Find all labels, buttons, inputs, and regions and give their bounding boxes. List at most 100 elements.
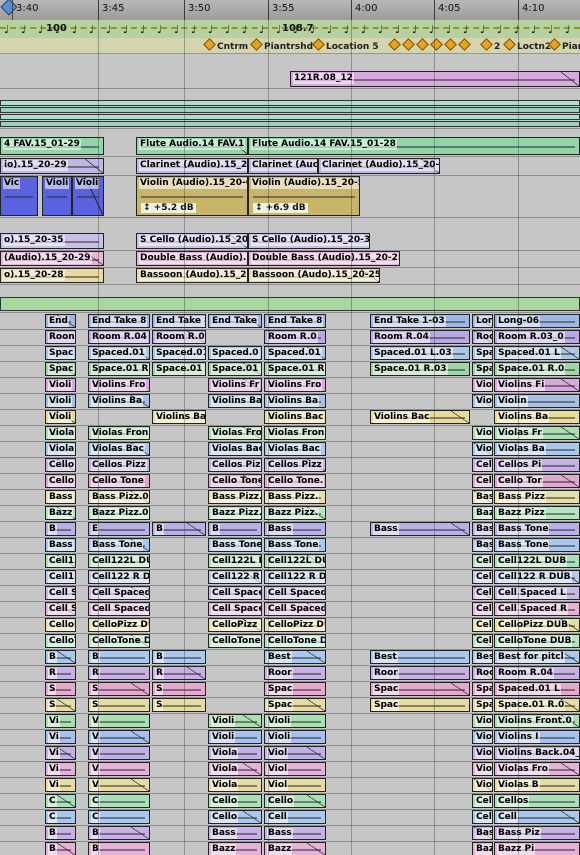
audio-clip[interactable]: Violins Ba <box>208 394 262 408</box>
audio-clip[interactable]: Cell Spaced <box>208 602 262 616</box>
location-marker[interactable] <box>458 38 472 52</box>
audio-clip[interactable]: Cellos Pizz <box>264 458 326 472</box>
audio-clip[interactable]: Cell Spaced L <box>494 586 580 600</box>
audio-clip[interactable]: Cello Tone. <box>264 474 326 488</box>
track-lane[interactable]: ViVViolaViolViolas Front.04_05-22Violas … <box>0 761 580 777</box>
crossfade-icon[interactable] <box>307 843 325 855</box>
audio-clip[interactable]: Bass Tone <box>208 538 262 552</box>
markers-lane[interactable]: CntrmPiantrshdLocation 52Loctn26Piano <box>0 38 580 54</box>
crossfade-icon[interactable] <box>243 811 261 823</box>
audio-clip[interactable]: Bazz <box>45 506 76 520</box>
audio-clip[interactable]: Room R.0 <box>264 330 326 344</box>
audio-clip[interactable]: Best for pitch-73 <box>472 650 493 664</box>
audio-clip[interactable]: Cell Spaced L <box>264 586 326 600</box>
audio-clip[interactable]: Cell <box>472 554 493 568</box>
location-marker[interactable]: Piano <box>548 38 580 52</box>
crossfade-icon[interactable] <box>307 699 325 711</box>
crossfade-icon[interactable] <box>85 159 103 173</box>
audio-clip[interactable]: Spac <box>264 698 326 712</box>
track-lane[interactable]: Cell122 R DUB Cell122 R DU Cell122 R DU Cel… <box>0 569 580 585</box>
audio-region-strip[interactable] <box>0 100 580 106</box>
crossfade-icon[interactable] <box>131 827 149 839</box>
audio-clip[interactable]: B <box>152 522 206 536</box>
track-lane[interactable]: 4 FAV.15_01-29 Flute Audio.14 FAV.1 Flute … <box>0 136 580 156</box>
audio-clip[interactable]: Cello <box>208 810 262 824</box>
track-lane[interactable]: Viola Violas Fron Violas Fron Violas Fron Vi… <box>0 425 580 441</box>
audio-clip[interactable]: Viola <box>208 762 262 776</box>
audio-clip[interactable]: Long-06 <box>494 314 580 328</box>
audio-clip[interactable]: Room R.04 <box>494 666 580 680</box>
audio-clip[interactable]: Bass Pizz. <box>208 490 262 504</box>
track-lane[interactable]: CelloPizz DU CelloPizz DU CelloPizz DU Cell… <box>0 617 580 633</box>
track-lane[interactable]: BassBass ToneBass ToneBass ToneBass TorB… <box>0 537 580 553</box>
audio-clip[interactable]: Violi <box>45 378 76 392</box>
audio-clip[interactable]: End Take 8 <box>152 314 206 328</box>
track-lane[interactable]: (Audio).15_20-29 Double Bass (Audio). Doub… <box>0 250 580 267</box>
audio-clip[interactable]: o).15_20-28 <box>0 268 104 283</box>
audio-clip[interactable]: Roor <box>264 666 326 680</box>
audio-clip[interactable]: Cello <box>45 474 76 488</box>
audio-clip[interactable]: R <box>45 666 76 680</box>
audio-clip[interactable]: Violins Bac <box>370 410 470 424</box>
location-marker[interactable] <box>416 38 430 52</box>
audio-clip[interactable]: End Take <box>208 314 262 328</box>
audio-clip[interactable]: Cell Spaced R <box>494 602 580 616</box>
track-lane[interactable]: Bass Bass Pizz.0 Bass Pizz. Bass Pizz. Bass … <box>0 489 580 505</box>
audio-clip[interactable]: Violi <box>45 410 76 424</box>
audio-clip[interactable]: Cello Tone <box>208 474 262 488</box>
audio-clip[interactable]: Violins Front.0 <box>494 714 580 728</box>
audio-clip[interactable]: Bass <box>370 522 470 536</box>
audio-clip[interactable]: S <box>45 698 76 712</box>
audio-clip[interactable]: Vic <box>0 176 38 216</box>
audio-clip[interactable]: Double Bass (Audio).15_20-25 <box>248 251 400 266</box>
tempo-lane[interactable]: 100 108.7 ♩ ♩ ♩ ♩ ♩ ♩ ♩ ♩ ♩ ♩ ♩ ♩ ♩ ♩ ♩ ♩ ♩ ♩ ♩ ♩ ♩ ♩ ♩ ♩ ♩ ♩ ♩ ♩ ♩ ♩… <box>0 20 580 39</box>
audio-clip[interactable]: Bass Pizz <box>494 490 580 504</box>
audio-clip[interactable]: CelloTone DUB <box>494 634 580 648</box>
location-marker[interactable] <box>402 38 416 52</box>
audio-clip[interactable]: Viola <box>45 442 76 456</box>
crossfade-icon[interactable] <box>561 811 579 823</box>
audio-clip[interactable]: Violas Back.04_05-22 <box>472 778 493 792</box>
audio-clip[interactable]: Vi <box>45 778 76 792</box>
audio-clip[interactable]: Cell122L DUB <box>45 554 76 568</box>
audio-clip[interactable]: Double Bass (Audio). <box>136 251 248 266</box>
crossfade-icon[interactable] <box>307 747 325 759</box>
crossfade-icon[interactable] <box>307 795 325 807</box>
audio-clip[interactable]: Room R.03_0 <box>494 330 580 344</box>
audio-clip[interactable]: Violas Fron <box>264 426 326 440</box>
audio-clip[interactable]: Cellos Pizz.04_05-22 <box>472 794 493 808</box>
audio-clip[interactable]: S Cello (Audio).15_20 <box>136 233 248 249</box>
audio-clip[interactable]: Violas Front.04_05-22 <box>472 762 493 776</box>
clip-gain-label[interactable]: ↕ +6.9 dB <box>253 203 308 213</box>
playhead-marker[interactable] <box>0 0 18 16</box>
audio-clip[interactable]: Spaced.0 <box>208 346 262 360</box>
audio-clip[interactable]: Roon <box>45 330 76 344</box>
audio-clip[interactable]: Cell122 R DUB <box>45 570 76 584</box>
audio-clip[interactable]: Viol <box>264 762 326 776</box>
audio-clip[interactable]: Violins Ba <box>494 410 580 424</box>
audio-clip[interactable]: Bazz Pizz.01 R.04_05-22 <box>472 842 493 855</box>
track-lane[interactable]: ViVViolaViolViolins Back.04_0Violins Bac… <box>0 745 580 761</box>
crossfade-icon[interactable] <box>561 379 579 391</box>
audio-clip[interactable]: Violas Fron <box>208 426 262 440</box>
audio-clip[interactable]: Bazz Pizz. <box>264 506 326 520</box>
audio-clip[interactable]: Roor <box>370 666 470 680</box>
audio-clip[interactable]: Cell122L DU <box>208 554 262 568</box>
audio-clip[interactable]: Space.01 R <box>264 362 326 376</box>
audio-clip[interactable]: Cello <box>208 794 262 808</box>
audio-clip[interactable]: Bass <box>45 490 76 504</box>
audio-clip[interactable]: Clarinet (Audio).15_20-21 <box>318 158 440 174</box>
audio-clip[interactable]: Spaced.01 <box>264 346 326 360</box>
audio-clip[interactable]: Violi <box>72 176 104 216</box>
audio-clip[interactable]: CelloPizz DUB <box>494 618 580 632</box>
audio-clip[interactable]: Spac <box>264 682 326 696</box>
crossfade-icon[interactable] <box>57 651 75 663</box>
audio-clip[interactable]: Vi <box>45 746 76 760</box>
audio-clip[interactable]: Cell122L DUB. <box>264 554 326 568</box>
audio-clip[interactable]: Cell <box>494 810 580 824</box>
track-lane[interactable]: Cell Spaced L Cell Spaced Cell Spaced Cell … <box>0 585 580 601</box>
audio-clip[interactable]: Spaced.01 L.04_05-22 <box>472 682 493 696</box>
audio-clip[interactable]: Room R.03_0 <box>472 330 493 344</box>
crossfade-icon[interactable] <box>187 667 205 679</box>
audio-clip[interactable]: Space.01 R.0 <box>494 698 580 712</box>
